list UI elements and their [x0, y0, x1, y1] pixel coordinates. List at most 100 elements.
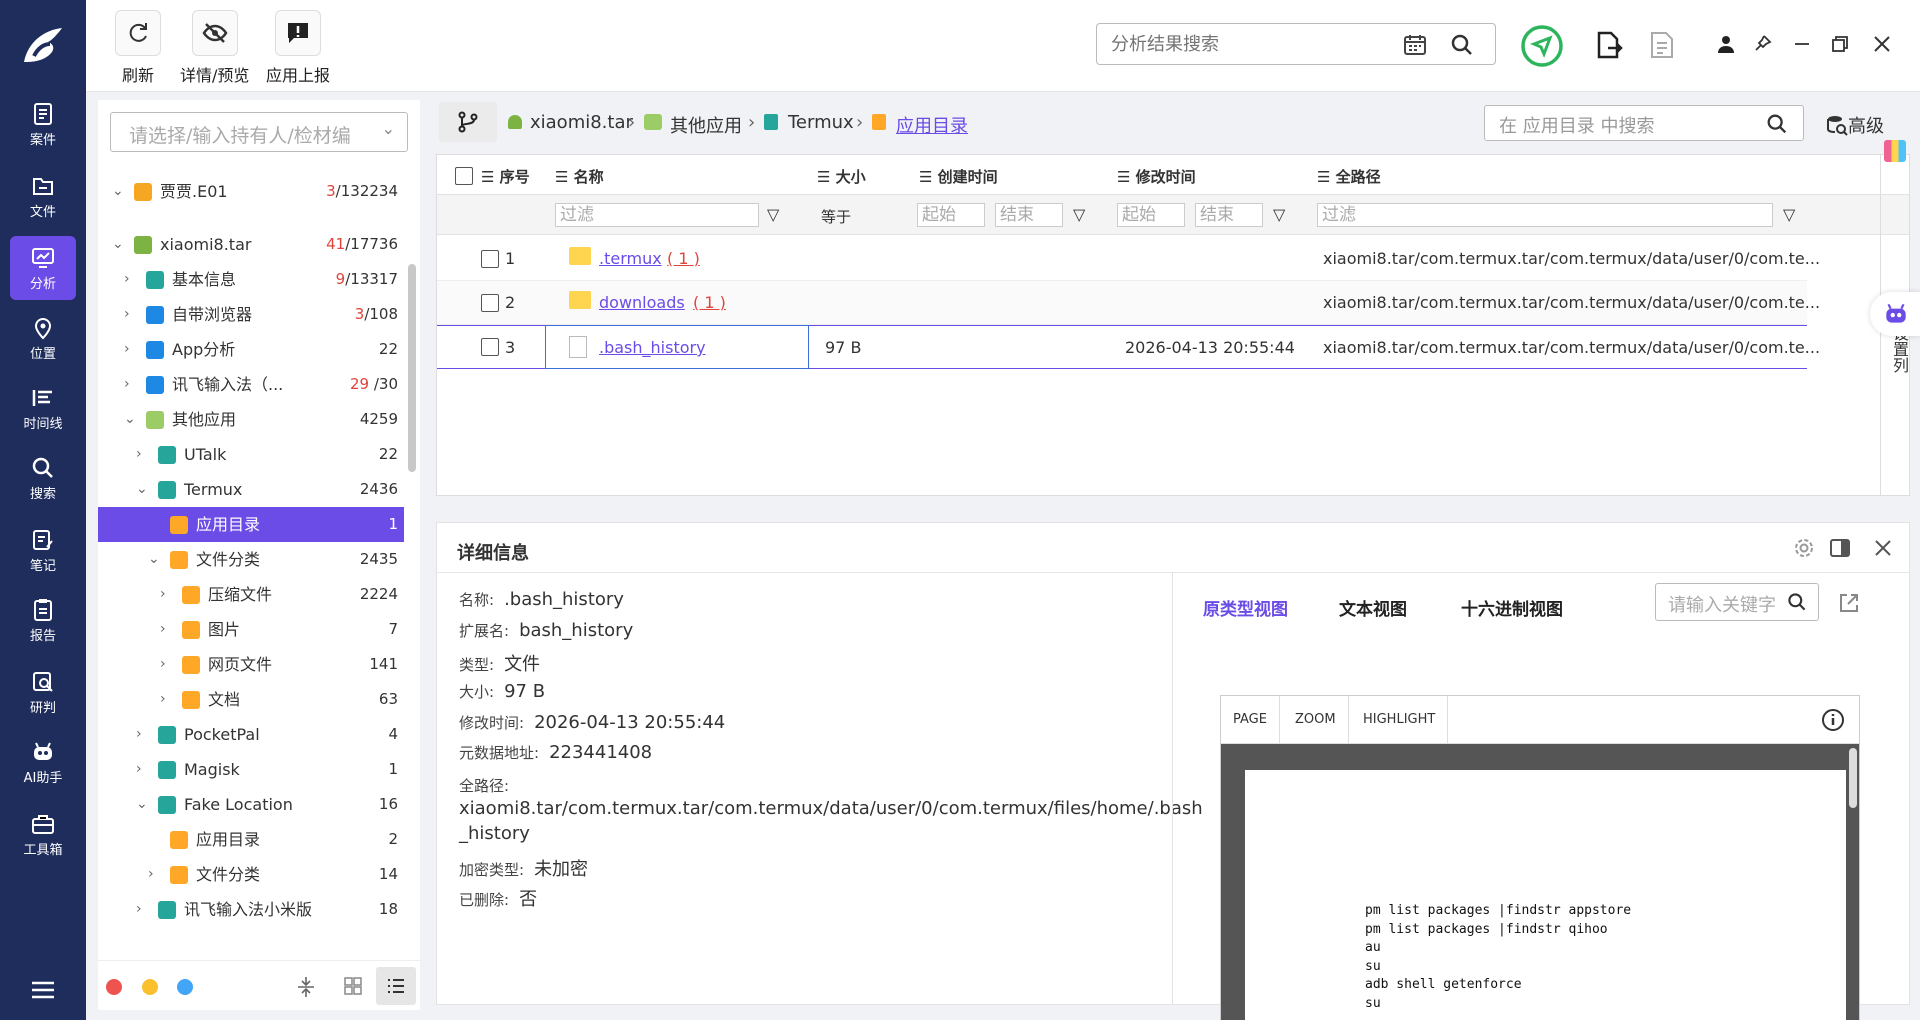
filter-icon[interactable]: ▽	[1073, 205, 1085, 224]
child-count[interactable]: ( 1 )	[667, 249, 700, 268]
tree-node[interactable]: › PocketPal 4	[98, 717, 404, 752]
rail-item-case[interactable]: 案件	[10, 92, 76, 156]
tree-node[interactable]: ⌄ 其他应用 4259	[98, 402, 404, 437]
create-end-input[interactable]: 结束	[995, 203, 1063, 227]
page-button[interactable]: PAGE	[1221, 696, 1280, 744]
create-start-input[interactable]: 起始	[917, 203, 985, 227]
tree-node[interactable]: › Magisk 1	[98, 752, 404, 787]
tab-hex-view[interactable]: 十六进制视图	[1461, 595, 1563, 620]
result-search-input[interactable]	[1097, 24, 1387, 64]
crumb-item[interactable]: 其他应用	[670, 112, 742, 138]
document-list-icon[interactable]	[1648, 30, 1676, 60]
zoom-button[interactable]: ZOOM	[1283, 696, 1349, 744]
hamburger-menu-icon[interactable]	[30, 980, 56, 1000]
search-icon[interactable]	[1765, 112, 1789, 136]
chevron-down-icon[interactable]: ⌄	[136, 472, 148, 507]
size-operator[interactable]: 等于	[821, 206, 851, 227]
file-name-link[interactable]: .bash_history	[599, 338, 706, 357]
open-external-icon[interactable]	[1837, 591, 1861, 615]
chevron-right-icon[interactable]: ›	[160, 682, 166, 717]
row-checkbox[interactable]	[481, 250, 499, 268]
tree-node[interactable]: › 图片 7	[98, 612, 404, 647]
ai-robot-button[interactable]	[1870, 292, 1920, 336]
tree-node[interactable]: › 文档 63	[98, 682, 404, 717]
restore-icon[interactable]	[1830, 34, 1850, 54]
table-row[interactable]: 2 downloads ( 1 ) xiaomi8.tar/com.termux…	[437, 281, 1820, 325]
tab-text-view[interactable]: 文本视图	[1339, 595, 1407, 620]
rail-item-notes[interactable]: 笔记	[10, 518, 76, 582]
table-row[interactable]: 1 .termux ( 1 ) xiaomi8.tar/com.termux.t…	[437, 237, 1820, 281]
chevron-right-icon[interactable]: ›	[136, 717, 142, 752]
tree-node[interactable]: › 基本信息 9/13317	[98, 262, 404, 297]
refresh-button[interactable]: 刷新	[115, 10, 161, 86]
red-dot-filter[interactable]	[106, 979, 122, 995]
minimize-icon[interactable]	[1792, 34, 1812, 54]
row-checkbox[interactable]	[481, 294, 499, 312]
file-name-link[interactable]: .termux	[599, 249, 662, 268]
close-icon[interactable]	[1873, 538, 1893, 558]
chevron-right-icon[interactable]: ›	[124, 367, 130, 402]
info-icon[interactable]	[1821, 708, 1845, 732]
close-icon[interactable]	[1872, 34, 1892, 54]
rail-item-files[interactable]: 文件	[10, 164, 76, 228]
search-icon[interactable]	[1449, 32, 1475, 58]
column-header[interactable]: ☰ 全路径	[1317, 166, 1381, 187]
gear-icon[interactable]	[1793, 537, 1815, 559]
chevron-right-icon[interactable]: ›	[124, 332, 130, 367]
file-name-link[interactable]: downloads	[599, 293, 685, 312]
grid-view-icon[interactable]	[344, 977, 362, 995]
select-all-checkbox[interactable]	[455, 167, 473, 185]
pin-icon[interactable]	[1752, 34, 1772, 54]
rail-item-location[interactable]: 位置	[10, 306, 76, 370]
tree-node[interactable]: ⌄ 贾贾.E01 3/132234	[98, 174, 404, 209]
tree-node[interactable]: › 自带浏览器 3/108	[98, 297, 404, 332]
rail-item-toolbox[interactable]: 工具箱	[10, 802, 76, 866]
tree-node[interactable]: ⌄ 文件分类 2435	[98, 542, 404, 577]
tab-native-view[interactable]: 原类型视图	[1203, 595, 1288, 620]
modify-end-input[interactable]: 结束	[1195, 203, 1263, 227]
calendar-icon[interactable]	[1403, 33, 1427, 57]
branch-button[interactable]	[439, 102, 497, 142]
rail-item-timeline[interactable]: 时间线	[10, 376, 76, 440]
split-panel-icon[interactable]	[1829, 537, 1851, 559]
chevron-right-icon[interactable]: ›	[160, 647, 166, 682]
column-header[interactable]: ☰ 序号	[481, 166, 530, 187]
keyword-search-box[interactable]: 请输入关键字	[1655, 583, 1819, 621]
highlight-button[interactable]: HIGHLIGHT	[1351, 696, 1449, 744]
tree-node[interactable]: › 网页文件 141	[98, 647, 404, 682]
chevron-right-icon[interactable]: ›	[124, 262, 130, 297]
shield-check-icon[interactable]	[1520, 24, 1564, 68]
column-header[interactable]: ☰ 大小	[817, 166, 866, 187]
search-icon[interactable]	[1786, 591, 1808, 613]
tree-node[interactable]: › 讯飞输入法（... 29 /30	[98, 367, 404, 402]
chevron-right-icon[interactable]: ›	[136, 752, 142, 787]
tree-node[interactable]: › 讯飞输入法小米版 18	[98, 892, 404, 927]
chevron-right-icon[interactable]: ›	[136, 892, 142, 927]
detail-preview-button[interactable]: 详情/预览	[180, 10, 249, 86]
rail-item-judge[interactable]: 研判	[10, 660, 76, 724]
apps-grid-icon[interactable]	[1884, 140, 1906, 162]
chevron-down-icon[interactable]: ⌄	[148, 542, 160, 577]
tree-node[interactable]: ⌄ xiaomi8.tar 41/17736	[98, 227, 404, 262]
advanced-search-button[interactable]: 高级	[1826, 112, 1884, 138]
child-count[interactable]: ( 1 )	[693, 293, 726, 312]
rail-item-search[interactable]: 搜索	[10, 446, 76, 510]
tree-node[interactable]: › App分析 22	[98, 332, 404, 367]
chevron-down-icon[interactable]: ⌄	[112, 227, 124, 262]
blue-dot-filter[interactable]	[177, 979, 193, 995]
rail-item-report[interactable]: 报告	[10, 588, 76, 652]
crumb-item[interactable]: Termux	[788, 112, 854, 133]
directory-search-box[interactable]: 在 应用目录 中搜索	[1484, 105, 1804, 141]
column-header[interactable]: ☰ 名称	[555, 166, 604, 187]
chevron-right-icon[interactable]: ›	[148, 857, 154, 892]
rail-item-ai[interactable]: AI助手	[10, 730, 76, 794]
holder-select[interactable]: 请选择/输入持有人/检材编 ⌄	[110, 112, 408, 152]
crumb-item[interactable]: xiaomi8.tar	[530, 112, 633, 133]
tree-node[interactable]: ⌄ Fake Location 16	[98, 787, 404, 822]
result-search-box[interactable]	[1096, 23, 1496, 65]
export-file-icon[interactable]	[1594, 30, 1624, 60]
sidebar-scrollbar[interactable]	[408, 264, 416, 472]
chevron-down-icon[interactable]: ⌄	[112, 174, 124, 209]
user-icon[interactable]	[1716, 34, 1736, 54]
row-checkbox[interactable]	[481, 338, 499, 356]
